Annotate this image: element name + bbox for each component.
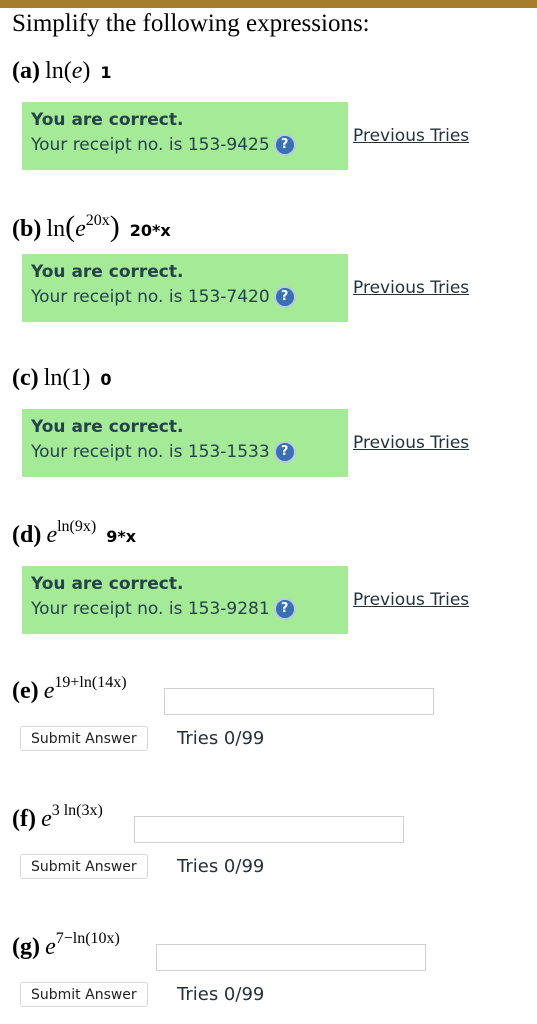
part-c: (c) ln(1) 0 You are correct. Your receipt… xyxy=(12,365,532,477)
correct-status: You are correct. xyxy=(31,262,184,282)
part-f: (f) e3 ln(3x) Submit Answer Tries 0/99 xyxy=(12,802,532,886)
expression: e7−ln(10x) xyxy=(45,930,120,961)
expression: ln(e20x) xyxy=(46,210,120,243)
expression: e19+ln(14x) xyxy=(43,674,127,705)
part-d: (d) eln(9x) 9*x You are correct. Your rec… xyxy=(12,518,532,634)
tries-counter: Tries 0/99 xyxy=(177,728,265,749)
answer-input[interactable] xyxy=(156,944,426,971)
part-label: (g) xyxy=(12,934,40,960)
submit-answer-button[interactable]: Submit Answer xyxy=(20,854,148,879)
expression: eln(9x) xyxy=(46,518,97,549)
submitted-answer: 9*x xyxy=(106,527,137,546)
help-icon[interactable]: ? xyxy=(273,134,296,156)
tries-counter: Tries 0/99 xyxy=(177,984,265,1005)
question-d: (d) eln(9x) 9*x xyxy=(12,518,532,562)
submitted-answer: 1 xyxy=(100,63,112,82)
expression: ln(1) xyxy=(43,365,91,391)
question-a: (a) ln(e) 1 xyxy=(12,58,532,98)
part-label: (b) xyxy=(12,216,42,242)
help-icon[interactable]: ? xyxy=(273,441,296,463)
part-label: (d) xyxy=(12,522,42,548)
receipt-line: Your receipt no. is 153-7420? xyxy=(31,286,348,308)
part-label: (e) xyxy=(12,678,39,704)
receipt-line: Your receipt no. is 153-9281? xyxy=(31,598,348,620)
top-color-bar xyxy=(0,0,537,8)
part-b: (b) ln(e20x) 20*x You are correct. Your r… xyxy=(12,210,532,322)
previous-tries-link[interactable]: Previous Tries xyxy=(353,126,469,146)
submit-answer-button[interactable]: Submit Answer xyxy=(20,726,148,751)
part-g: (g) e7−ln(10x) Submit Answer Tries 0/99 xyxy=(12,930,532,1014)
correct-feedback-box: You are correct. Your receipt no. is 153… xyxy=(22,409,348,477)
previous-tries-link[interactable]: Previous Tries xyxy=(353,433,469,453)
receipt-line: Your receipt no. is 153-9425? xyxy=(31,134,348,156)
part-label: (a) xyxy=(12,58,40,84)
expression: ln(e) xyxy=(45,58,91,84)
submitted-answer: 20*x xyxy=(129,221,171,240)
submitted-answer: 0 xyxy=(100,370,112,389)
previous-tries-link[interactable]: Previous Tries xyxy=(353,590,469,610)
instructions-heading: Simplify the following expressions: xyxy=(12,10,370,37)
part-e: (e) e19+ln(14x) Submit Answer Tries 0/99 xyxy=(12,674,532,758)
help-icon[interactable]: ? xyxy=(273,286,296,308)
answer-input[interactable] xyxy=(164,688,434,715)
part-a: (a) ln(e) 1 You are correct. Your receipt… xyxy=(12,58,532,170)
part-label: (c) xyxy=(12,365,39,391)
answer-input[interactable] xyxy=(134,816,404,843)
submit-answer-button[interactable]: Submit Answer xyxy=(20,982,148,1007)
part-label: (f) xyxy=(12,806,36,832)
question-c: (c) ln(1) 0 xyxy=(12,365,532,405)
correct-feedback-box: You are correct. Your receipt no. is 153… xyxy=(22,102,348,170)
correct-feedback-box: You are correct. Your receipt no. is 153… xyxy=(22,254,348,322)
correct-status: You are correct. xyxy=(31,110,184,130)
question-b: (b) ln(e20x) 20*x xyxy=(12,210,532,250)
previous-tries-link[interactable]: Previous Tries xyxy=(353,278,469,298)
correct-status: You are correct. xyxy=(31,574,184,594)
correct-feedback-box: You are correct. Your receipt no. is 153… xyxy=(22,566,348,634)
tries-counter: Tries 0/99 xyxy=(177,856,265,877)
help-icon[interactable]: ? xyxy=(273,598,296,620)
receipt-line: Your receipt no. is 153-1533? xyxy=(31,441,348,463)
correct-status: You are correct. xyxy=(31,417,184,437)
expression: e3 ln(3x) xyxy=(41,802,103,833)
